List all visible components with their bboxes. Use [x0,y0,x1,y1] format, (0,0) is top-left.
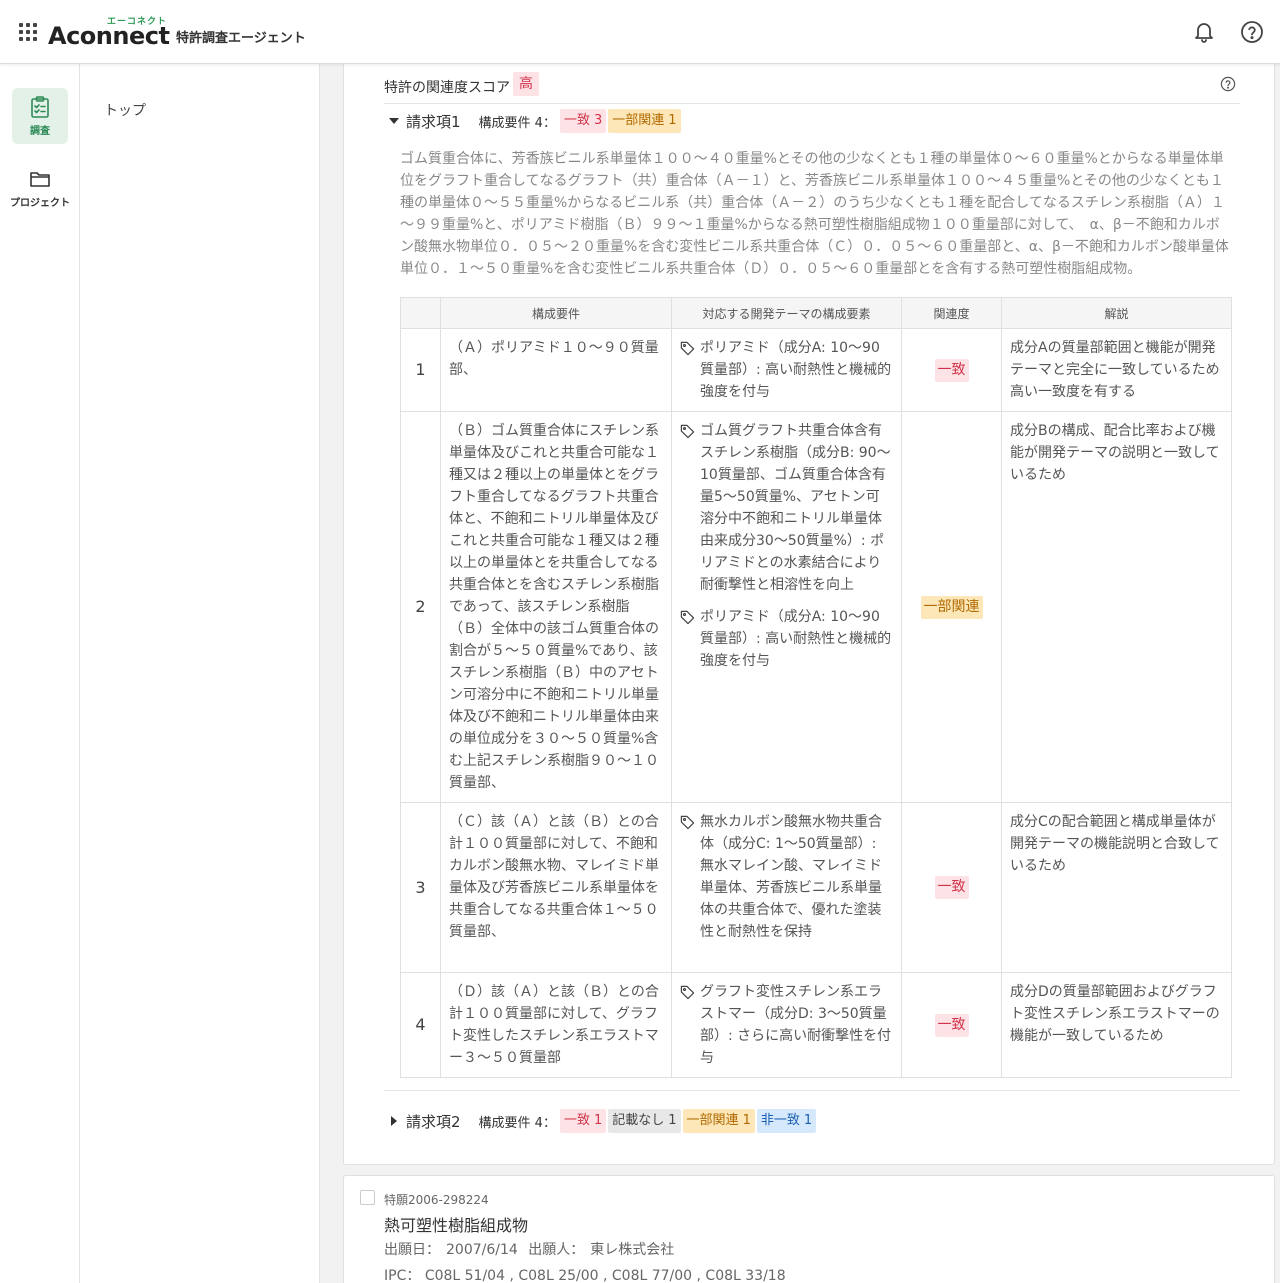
rail-item-label: 調査 [30,126,50,137]
relevance-cell: 一致 [901,328,1002,412]
rail-item-project[interactable]: プロジェクト [4,160,76,216]
filing-date-label: 出願日： [384,1242,440,1258]
apps-grid-icon[interactable] [19,23,37,41]
divider [384,1090,1240,1091]
relevance-badge: 一部関連 [920,595,983,619]
relevance-cell: 一致 [901,802,1002,973]
table-row: 1 （Ａ）ポリアミド１０～９０質量部、 ポリアミド（成分A: 10〜90質量部）… [400,328,1232,412]
theme-cell: グラフト変性スチレン系エラストマー（成分D: 3〜50質量部）: さらに高い耐衝… [671,972,902,1078]
tag-icon [680,341,695,356]
select-checkbox[interactable] [360,1190,375,1205]
row-number: 3 [400,802,441,973]
relevance-score-label: 特許の関連度スコア [384,80,510,96]
relevance-badge: 一致 [934,876,969,899]
claim-text: ゴム質重合体に、芳香族ビニル系単量体１００～４０重量%とその他の少なくとも１種の… [400,151,1229,277]
caret-down-icon[interactable] [388,115,400,127]
column-header: 対応する開発テーマの構成要素 [671,297,902,329]
ipc-label: IPC： [384,1268,421,1283]
tag-icon [680,424,695,439]
requirement-cell: （Ｂ）ゴム質重合体にスチレン系単量体及びこれと共重合可能な１種又は２種以上の単量… [440,411,672,803]
count-badge-partial: 一部関連 1 [608,109,681,133]
explanation-cell: 成分Bの構成、配合比率および機能が開発テーマの説明と一致しているため [1001,411,1232,803]
count-badge-none: 記載なし 1 [608,1109,681,1133]
column-header [400,297,441,329]
caret-right-icon[interactable] [388,1115,400,1127]
count-badge-match: 一致 1 [559,1109,607,1133]
column-header: 関連度 [901,297,1002,329]
theme-item: ポリアミド（成分A: 10〜90質量部）: 高い耐熱性と機械的強度を付与 [680,337,893,403]
applicant-label: 出願人： [528,1242,585,1258]
logo-main: Aconnect [48,22,170,50]
rail-item-label: プロジェクト [10,198,70,209]
patent-result-card: 特願2006-298224 熱可塑性樹脂組成物 出願日： 2007/6/14 出願… [343,1175,1275,1283]
claim-requirement-count: 構成要件 4： [478,115,556,131]
logo-subtitle: 特許調査エージェント [176,31,306,46]
relevance-badge: 一致 [934,1013,969,1037]
claim-title: 請求項1 [406,112,461,131]
table-row: 2 （Ｂ）ゴム質重合体にスチレン系単量体及びこれと共重合可能な１種又は２種以上の… [400,411,1232,803]
requirement-cell: （Ａ）ポリアミド１０～９０質量部、 [440,328,672,412]
table-header-row: 構成要件 対応する開発テーマの構成要素 関連度 解説 [400,297,1232,329]
claim-2-header[interactable]: 請求項2 構成要件 4： 一致 1 記載なし 1 一部関連 1 非一致 1 [388,1109,818,1135]
theme-cell: ゴム質グラフト共重合体含有スチレン系樹脂（成分B: 90〜10質量部、ゴム質重合… [671,411,902,803]
table-row: 3 （Ｃ）該（Ａ）と該（Ｂ）との合計１００質量部に対して、不飽和カルボン酸無水物… [400,802,1232,973]
sidebar: トップ [80,64,320,1283]
relevance-score-badge: 高 [513,72,539,96]
tag-icon [680,610,695,625]
nav-rail: 調査 プロジェクト [0,64,80,1283]
row-number: 4 [400,972,441,1078]
applicant: 東レ株式会社 [590,1242,675,1258]
claim-title: 請求項2 [406,1112,461,1131]
requirement-cell: （Ｃ）該（Ａ）と該（Ｂ）との合計１００質量部に対して、不飽和カルボン酸無水物、マ… [440,802,672,973]
help-icon[interactable] [1240,20,1264,44]
theme-item: ゴム質グラフト共重合体含有スチレン系樹脂（成分B: 90〜10質量部、ゴム質重合… [680,420,893,596]
claim-1-header[interactable]: 請求項1 構成要件 4： 一致 3 一部関連 1 [388,109,683,135]
folder-icon [30,172,50,187]
relevance-badge: 一致 [934,358,969,382]
count-badge-nomatch: 非一致 1 [756,1109,817,1133]
relevance-cell: 一致 [901,972,1002,1078]
patent-detail-card: 特許の関連度スコア 高 請求項1 構成要件 4： 一致 3 一部関連 1 ゴム質重合体に、… [343,54,1275,1165]
patent-ipc: IPC： C08L 51/04 , C08L 25/00 , C08L 77/0… [384,1265,786,1283]
help-icon[interactable] [1220,76,1236,92]
claim-requirement-count: 構成要件 4： [478,1115,556,1131]
table-row: 4 （Ｄ）該（Ａ）と該（Ｂ）との合計１００質量部に対して、グラフト変性したスチレ… [400,972,1232,1078]
patent-meta: 出願日： 2007/6/14 出願人： 東レ株式会社 [384,1239,680,1259]
patent-number: 特願2006-298224 [384,1193,489,1207]
theme-cell: 無水カルボン酸無水物共重合体（成分C: 1〜50質量部）: 無水マレイン酸、マレ… [671,802,902,973]
theme-item: 無水カルボン酸無水物共重合体（成分C: 1〜50質量部）: 無水マレイン酸、マレ… [680,811,893,943]
row-number: 1 [400,328,441,412]
theme-item: グラフト変性スチレン系エラストマー（成分D: 3〜50質量部）: さらに高い耐衝… [680,981,893,1069]
relevance-score-row: 特許の関連度スコア 高 [384,69,1240,104]
main-content: 特許の関連度スコア 高 請求項1 構成要件 4： 一致 3 一部関連 1 ゴム質重合体に、… [320,54,1280,1283]
filing-date: 2007/6/14 [446,1242,518,1258]
column-header: 解説 [1001,297,1232,329]
row-number: 2 [400,411,441,803]
tag-icon [680,815,695,830]
explanation-cell: 成分Aの質量部範囲と機能が開発テーマと完全に一致しているため高い一致度を有する [1001,328,1232,412]
tag-icon [680,985,695,1000]
requirement-cell: （Ｄ）該（Ａ）と該（Ｂ）との合計１００質量部に対して、グラフト変性したスチレン系… [440,972,672,1078]
explanation-cell: 成分Cの配合範囲と構成単量体が開発テーマの機能説明と合致しているため [1001,802,1232,973]
count-badge-match: 一致 3 [559,109,607,133]
clipboard-check-icon [31,96,49,118]
bell-icon[interactable] [1192,20,1216,44]
column-header: 構成要件 [440,297,672,329]
theme-cell: ポリアミド（成分A: 10〜90質量部）: 高い耐熱性と機械的強度を付与 [671,328,902,412]
count-badge-partial: 一部関連 1 [682,1109,755,1133]
rail-item-survey[interactable]: 調査 [12,88,68,144]
theme-item: ポリアミド（成分A: 10〜90質量部）: 高い耐熱性と機械的強度を付与 [680,606,893,672]
app-header: エーコネクト Aconnect 特許調査エージェント [0,0,1280,64]
explanation-cell: 成分Dの質量部範囲およびグラフト変性スチレン系エラストマーの機能が一致しているた… [1001,972,1232,1078]
relevance-cell: 一部関連 [901,411,1002,803]
patent-title[interactable]: 熱可塑性樹脂組成物 [384,1212,528,1236]
requirements-table: 構成要件 対応する開発テーマの構成要素 関連度 解説 1 （Ａ）ポリアミド１０～… [400,297,1232,1078]
sidebar-item-top[interactable]: トップ [104,100,146,120]
ipc-codes: C08L 51/04 , C08L 25/00 , C08L 77/00 , C… [424,1268,786,1283]
